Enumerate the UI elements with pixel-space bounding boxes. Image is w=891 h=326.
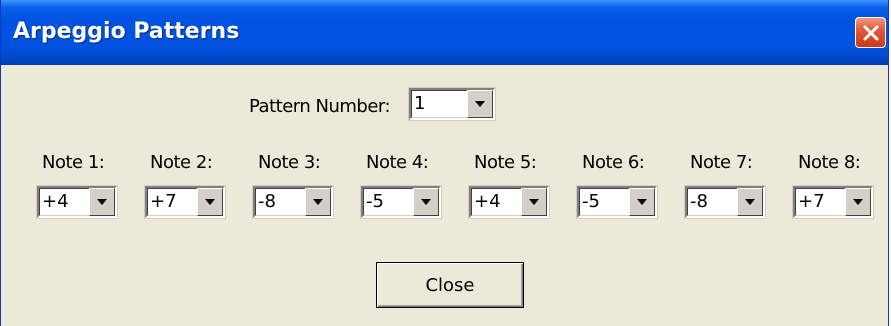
pattern-number-dropdown-button[interactable] [467,90,493,118]
note-1-dropdown-button[interactable] [89,188,115,216]
arpeggio-patterns-dialog: Arpeggio Patterns Pattern Number: 1 Note… [0,0,889,326]
chevron-down-icon [97,199,107,205]
chevron-down-icon [529,199,539,205]
window-close-button[interactable] [855,17,886,48]
note-8-label: Note 8: [798,152,861,173]
note-7-select[interactable]: -8 [684,185,766,219]
note-2-dropdown-button[interactable] [197,188,223,216]
note-5-dropdown-button[interactable] [521,188,547,216]
note-3-value: -8 [258,191,276,212]
note-8-select[interactable]: +7 [792,185,874,219]
note-8-dropdown-button[interactable] [845,188,871,216]
note-6-label: Note 6: [582,152,645,173]
note-2-value: +7 [150,191,177,212]
close-icon [863,25,878,40]
note-7-value: -8 [690,191,708,212]
note-5-select[interactable]: +4 [468,185,550,219]
note-7-label: Note 7: [690,152,753,173]
chevron-down-icon [475,101,485,107]
note-6-dropdown-button[interactable] [629,188,655,216]
chevron-down-icon [853,199,863,205]
title-bar[interactable]: Arpeggio Patterns [1,0,888,65]
note-1-select[interactable]: +4 [36,185,118,219]
note-4-select[interactable]: -5 [360,185,442,219]
note-5-value: +4 [474,191,501,212]
note-2-select[interactable]: +7 [144,185,226,219]
note-3-label: Note 3: [258,152,321,173]
pattern-number-select[interactable]: 1 [408,87,496,121]
note-5-label: Note 5: [474,152,537,173]
note-2-label: Note 2: [150,152,213,173]
close-button-label: Close [425,274,475,296]
chevron-down-icon [205,199,215,205]
note-6-select[interactable]: -5 [576,185,658,219]
note-8-value: +7 [798,191,825,212]
pattern-number-label: Pattern Number: [249,96,391,117]
note-4-label: Note 4: [366,152,429,173]
note-1-value: +4 [42,191,69,212]
chevron-down-icon [313,199,323,205]
note-3-select[interactable]: -8 [252,185,334,219]
close-button[interactable]: Close [376,262,524,308]
window-title: Arpeggio Patterns [13,19,240,44]
note-4-value: -5 [366,191,384,212]
note-7-dropdown-button[interactable] [737,188,763,216]
pattern-number-value: 1 [414,93,426,114]
chevron-down-icon [637,199,647,205]
chevron-down-icon [745,199,755,205]
note-6-value: -5 [582,191,600,212]
note-4-dropdown-button[interactable] [413,188,439,216]
chevron-down-icon [421,199,431,205]
note-1-label: Note 1: [42,152,105,173]
note-3-dropdown-button[interactable] [305,188,331,216]
